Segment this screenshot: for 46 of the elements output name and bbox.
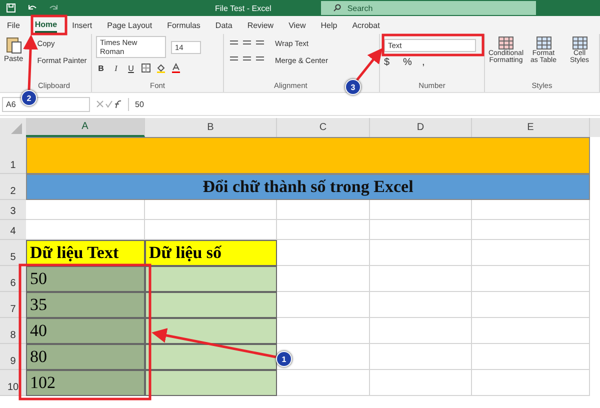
search-icon [333,4,342,12]
highlight-frame [30,14,68,36]
table-cell: 80 [26,344,145,370]
ribbon-tab[interactable]: Data [215,18,232,32]
function-icon [96,99,122,109]
ribbon-tab[interactable]: View [288,18,306,32]
formula-field[interactable]: 50 [128,98,600,110]
font-style-button[interactable]: U [126,64,136,72]
number-format-button[interactable]: % [403,57,417,68]
ribbon-tab[interactable]: Formulas [167,18,200,32]
row-header[interactable]: 5 [0,240,26,266]
row-header[interactable]: 3 [0,200,26,220]
row-header[interactable]: 2 [0,174,26,200]
step-marker: 1 [276,351,292,367]
table-icon [536,36,552,50]
ribbon-tab[interactable]: Acrobat [352,18,380,32]
arrow [23,34,38,90]
table-icon [498,36,514,50]
row-header[interactable]: 4 [0,220,26,240]
title-cell: Đổi chữ thành số trong Excel [26,174,590,200]
font-style-button[interactable]: B [96,64,106,72]
number-format-button[interactable]: $ [384,57,398,68]
ribbon-tab[interactable]: Home [34,18,58,32]
table-icon [572,36,588,50]
table-cell: Dữ liệu số [145,240,277,266]
table-cell: 35 [26,292,145,318]
font-color-icon[interactable] [171,63,181,73]
table-cell: 102 [26,370,145,396]
table-cell: Dữ liệu Text [26,240,145,266]
window-title: File Test - Excel [215,4,272,12]
row-header[interactable]: 1 [0,137,26,174]
ribbon-tab[interactable]: File [7,18,20,32]
search-field[interactable]: Search [321,1,536,15]
ribbon-tab[interactable]: Help [320,18,338,32]
table-cell: 40 [26,318,145,344]
ribbon-tab[interactable]: Review [247,18,274,32]
column-header[interactable]: A [26,118,145,137]
table-cell: 50 [26,266,145,292]
ribbon-tab[interactable]: Insert [72,18,92,32]
fill-color-icon[interactable] [156,63,166,73]
save-icon[interactable] [6,3,16,13]
arrow [356,48,383,81]
ribbon-tab[interactable]: Page Layout [107,18,152,32]
font-style-button[interactable]: I [111,64,121,72]
borders-icon[interactable] [141,63,151,73]
number-format-button[interactable]: , [422,57,436,68]
